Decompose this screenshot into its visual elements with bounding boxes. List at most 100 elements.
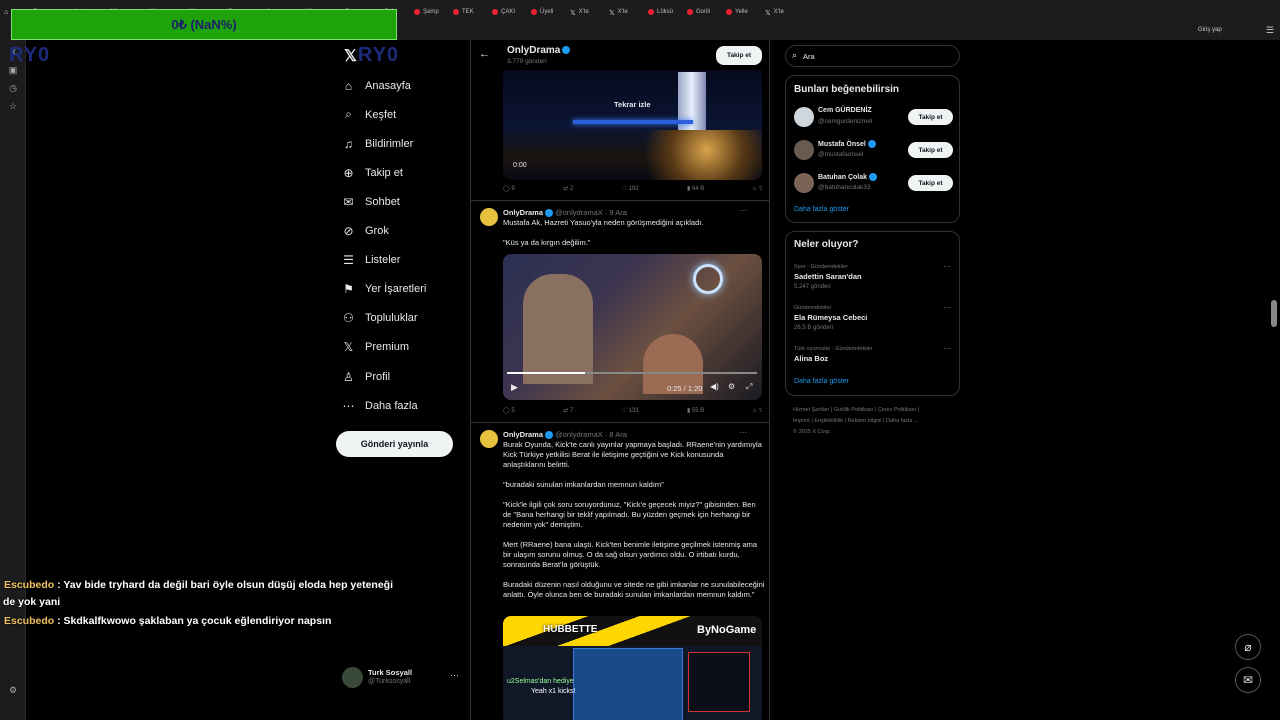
nav-item[interactable]: ⊕ Takip et: [342, 166, 402, 180]
more-icon[interactable]: ⋯: [450, 670, 459, 681]
trend-more-icon[interactable]: ⋯: [943, 344, 951, 353]
browser-tab[interactable]: Yelle: [722, 2, 761, 22]
footer-link[interactable]: Imprint: [793, 418, 810, 424]
footer-link[interactable]: Erişilebilirlik: [814, 418, 843, 424]
nav-item[interactable]: ⊘ Grok: [342, 224, 388, 238]
post-button[interactable]: Gönderi yayınla: [336, 431, 453, 457]
follow-button[interactable]: Takip et: [716, 46, 762, 65]
settings-icon[interactable]: ⚙: [7, 684, 19, 696]
trend-item[interactable]: Gündemdekiler Ela Rümeysa Cebeci 26,5 B gö…: [786, 303, 961, 341]
star-icon[interactable]: ☆: [7, 100, 19, 112]
show-more-link[interactable]: Daha fazla göster: [794, 378, 849, 385]
avatar: [794, 140, 814, 160]
post-more-icon[interactable]: ⋯: [739, 206, 747, 215]
search-box[interactable]: ⌕ Ara: [785, 45, 960, 67]
play-icon[interactable]: ▶: [511, 382, 518, 393]
follow-button[interactable]: Takip et: [908, 175, 953, 191]
like-button[interactable]: ♡ 133: [622, 407, 639, 414]
browser-tab[interactable]: 𝕏X'te: [605, 2, 644, 22]
avatar[interactable]: [479, 429, 499, 449]
nav-item[interactable]: ☰ Listeler: [342, 253, 400, 267]
trend-more-icon[interactable]: ⋯: [943, 262, 951, 271]
nav-item[interactable]: ⋯ Daha fazla: [342, 398, 418, 413]
footer-link[interactable]: Hizmet Şartları: [793, 407, 829, 413]
x-logo[interactable]: 𝕏RY0: [344, 44, 399, 67]
video-progress[interactable]: [507, 372, 757, 374]
youtube-tab-icon: [492, 9, 498, 15]
footer-link[interactable]: Gizlilik Politikası: [834, 407, 873, 413]
nav-label: Sohbet: [365, 195, 400, 208]
trend-name: Sadettin Saran'dan: [794, 272, 862, 281]
footer-link[interactable]: Reklam bilgisi: [848, 418, 882, 424]
footer-link[interactable]: Çerez Politikası: [878, 407, 916, 413]
replay-label[interactable]: Tekrar izle: [614, 100, 651, 109]
browser-tab[interactable]: Lüksü: [644, 2, 683, 22]
nav-item[interactable]: 𝕏 Premium: [342, 340, 409, 354]
post-video[interactable]: Tekrar izle 0:00: [503, 70, 762, 180]
browser-tab[interactable]: Şamp: [410, 2, 449, 22]
media-top-text: HUBBETTE: [543, 624, 598, 635]
volume-icon[interactable]: ◀): [710, 382, 719, 391]
video-time: 0:25 / 1:20: [667, 384, 703, 393]
nav-item[interactable]: ✉ Sohbet: [342, 195, 400, 209]
footer-link[interactable]: Daha fazla ...: [886, 418, 918, 424]
settings-icon[interactable]: ⚙: [728, 382, 735, 391]
reply-button[interactable]: ◯ 9: [503, 185, 515, 192]
show-more-link[interactable]: Daha fazla göster: [794, 206, 849, 213]
views-button[interactable]: ▮ 64 B: [687, 185, 704, 192]
grok-icon[interactable]: ⌀: [1235, 634, 1261, 660]
bookmark-button[interactable]: ⌂ ⇪: [753, 185, 763, 192]
bookmark-button[interactable]: ⌂ ⇪: [753, 407, 763, 414]
browser-tab[interactable]: 𝕏X'te: [566, 2, 605, 22]
trend-item[interactable]: Türk oyuncular · Gündemdekiler Alina Boz ⋯: [786, 344, 961, 382]
chat-text: de yok yani: [3, 596, 61, 608]
messages-icon[interactable]: ✉: [1235, 667, 1261, 693]
reply-button[interactable]: ◯ 5: [503, 407, 515, 414]
suggestion-row[interactable]: Cem GÜRDENİZ @cemgurdenizmet Takip et: [786, 104, 961, 132]
verified-icon: [545, 431, 554, 440]
tab-label: X'te: [773, 9, 784, 15]
tab-label: Üyeli: [540, 9, 554, 15]
suggestion-row[interactable]: Mustafa Önsel @mustafaonsel Takip et: [786, 137, 961, 165]
home-icon: ⌂: [344, 78, 353, 93]
follow-button[interactable]: Takip et: [908, 109, 953, 125]
nav-item[interactable]: ⌂ Anasayfa: [342, 78, 411, 93]
avatar[interactable]: [479, 207, 499, 227]
trend-more-icon[interactable]: ⋯: [943, 303, 951, 312]
browser-tab[interactable]: TEK: [449, 2, 488, 22]
nav-item[interactable]: ♙ Profil: [342, 370, 390, 384]
browser-tab[interactable]: 𝕏X'te: [761, 2, 800, 22]
login-button[interactable]: Giriş yap: [1198, 27, 1222, 33]
browser-tab[interactable]: Gorili: [683, 2, 722, 22]
post-more-icon[interactable]: ⋯: [739, 428, 747, 437]
divider: [471, 422, 769, 423]
post-count: 3.779 gönderi: [507, 58, 547, 65]
follow-button[interactable]: Takip et: [908, 142, 953, 158]
search-input[interactable]: Ara: [803, 52, 815, 61]
history-icon[interactable]: ◷: [7, 82, 19, 94]
post-video[interactable]: ▶ 0:25 / 1:20 ◀) ⚙ ⤢: [503, 254, 762, 400]
menu-icon[interactable]: ☰: [1266, 25, 1274, 36]
communities-icon: ⚇: [343, 311, 354, 326]
nav-item[interactable]: ⚇ Topluluklar: [342, 311, 417, 326]
nav-item[interactable]: ⌕ Keşfet: [342, 107, 396, 121]
account-switcher[interactable]: Turk Sosyall @Turksosyall ⋯: [342, 665, 462, 691]
views-button[interactable]: ▮ 55 B: [687, 407, 704, 414]
suggestion-row[interactable]: Batuhan Çolak @batuhancolak33 Takip et: [786, 170, 961, 198]
nav-label: Yer İşaretleri: [365, 283, 427, 296]
trend-item[interactable]: Spor · Gündemdekiler Sadettin Saran'dan 5.…: [786, 262, 961, 300]
scrollbar-thumb[interactable]: [1271, 300, 1277, 327]
like-button[interactable]: ♡ 192: [622, 185, 639, 192]
browser-tab[interactable]: ÇAKI: [488, 2, 527, 22]
more-icon: ⋯: [342, 398, 355, 413]
browser-tab[interactable]: Üyeli: [527, 2, 566, 22]
nav-item[interactable]: ⚑ Yer İşaretleri: [342, 282, 427, 296]
back-arrow-icon[interactable]: ←: [479, 48, 490, 60]
repost-button[interactable]: ⇄ 7: [563, 407, 573, 414]
fullscreen-icon[interactable]: ⤢: [746, 382, 752, 392]
repost-button[interactable]: ⇄ 2: [563, 185, 573, 192]
avatar: [342, 667, 363, 688]
nav-item[interactable]: ♫ Bildirimler: [342, 137, 413, 151]
post-image[interactable]: HUBBETTE ByNoGame u2Selmas'dan hediye Ye…: [503, 616, 762, 720]
divider: [471, 200, 769, 201]
